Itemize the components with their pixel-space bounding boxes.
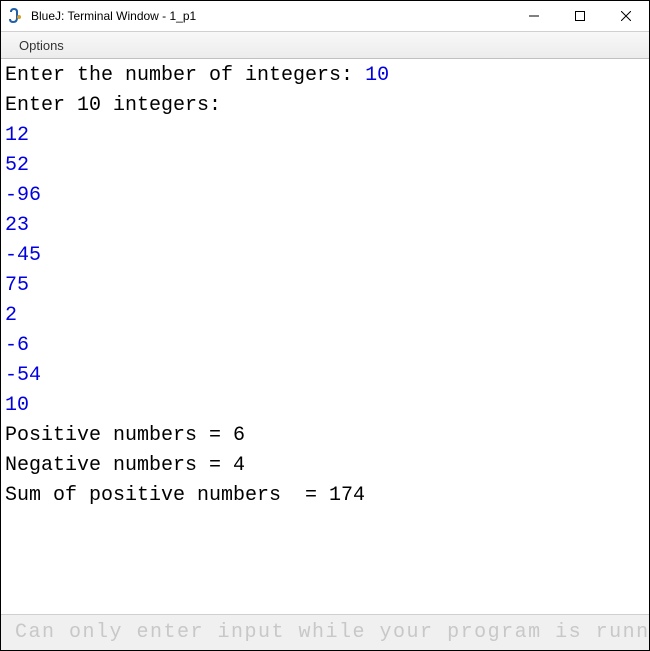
user-input-value: 23 xyxy=(5,214,29,237)
prompt-text: Enter the number of integers: xyxy=(5,64,365,87)
user-input-value: -6 xyxy=(5,334,29,357)
user-input-value: 12 xyxy=(5,124,29,147)
window-title: BlueJ: Terminal Window - 1_p1 xyxy=(31,9,511,23)
result-text: Positive numbers = 6 xyxy=(5,424,245,447)
user-input-value: 10 xyxy=(5,394,29,417)
menu-options[interactable]: Options xyxy=(15,36,68,55)
user-input: 10 xyxy=(365,64,389,87)
terminal-output[interactable]: Enter the number of integers: 10 Enter 1… xyxy=(1,59,649,614)
user-input-value: -96 xyxy=(5,184,41,207)
minimize-button[interactable] xyxy=(511,1,557,31)
user-input-value: 2 xyxy=(5,304,17,327)
user-input-value: -45 xyxy=(5,244,41,267)
user-input-value: 52 xyxy=(5,154,29,177)
close-button[interactable] xyxy=(603,1,649,31)
status-text: Can only enter input while your program … xyxy=(15,621,649,644)
status-bar: Can only enter input while your program … xyxy=(1,614,649,650)
result-text: Sum of positive numbers = 174 xyxy=(5,484,365,507)
bluej-icon xyxy=(9,8,25,24)
user-input-value: -54 xyxy=(5,364,41,387)
maximize-button[interactable] xyxy=(557,1,603,31)
result-text: Negative numbers = 4 xyxy=(5,454,245,477)
user-input-value: 75 xyxy=(5,274,29,297)
window-controls xyxy=(511,1,649,31)
prompt-text: Enter 10 integers: xyxy=(5,94,221,117)
titlebar: BlueJ: Terminal Window - 1_p1 xyxy=(1,1,649,31)
menubar: Options xyxy=(1,31,649,59)
